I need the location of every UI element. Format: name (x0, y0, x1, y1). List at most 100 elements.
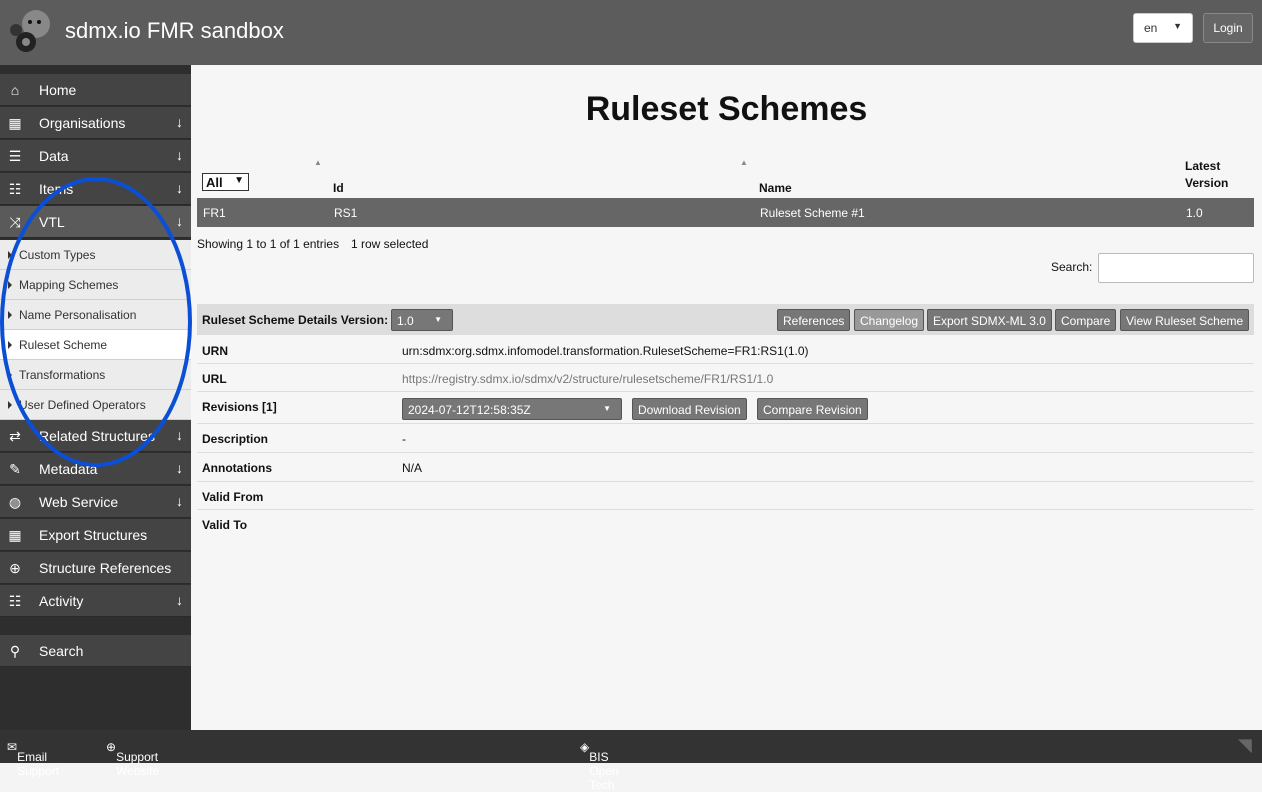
bis-open-tech-link[interactable]: ◈ BIS Open Tech (580, 740, 619, 792)
globe-icon: ◍ (8, 494, 22, 510)
sidebar-subitem[interactable]: Ruleset Scheme (0, 330, 191, 360)
sidebar-subitem[interactable]: User Defined Operators (0, 390, 191, 420)
sidebar-item-label: VTL (39, 214, 65, 230)
details-label: Ruleset Scheme Details Version: (202, 313, 389, 327)
sidebar-item-export-structures[interactable]: ▦ Export Structures (0, 519, 191, 551)
language-select[interactable]: en ▼ (1133, 13, 1193, 43)
login-button[interactable]: Login (1203, 13, 1253, 43)
header: sdmx.io FMR sandbox en ▼ Login (0, 0, 1262, 65)
valid-to-label: Valid To (202, 518, 248, 532)
annotations-value: N/A (402, 461, 423, 475)
search-input[interactable] (1098, 253, 1254, 283)
changelog-button[interactable]: Changelog (854, 309, 925, 331)
arrow-down-icon: ↓ (176, 592, 183, 608)
version-select[interactable]: 1.0 ▼ (391, 309, 453, 331)
building-icon: ▦ (8, 115, 22, 131)
compare-button[interactable]: Compare (1055, 309, 1117, 331)
selection-info: 1 row selected (351, 237, 429, 251)
arrow-down-icon: ↓ (176, 114, 183, 130)
annotations-label: Annotations (202, 461, 272, 475)
sidebar-item-items[interactable]: ☷ Items ↓ (0, 173, 191, 205)
revision-select[interactable]: 2024-07-12T12:58:35Z ▼ (402, 398, 622, 420)
filter-select[interactable]: All ▼ (202, 173, 249, 191)
shuffle-icon: ⤨ (9, 214, 21, 230)
sidebar: ⌂ Home ▦ Organisations ↓ ☰ Data ↓ ☷ Items ↓ ⤨ VTL ↓ Cu… (0, 65, 191, 730)
url-row: URL https://registry.sdmx.io/sdmx/v2/stru… (197, 364, 1254, 392)
rss-icon[interactable]: ◥ (1238, 735, 1252, 756)
view-ruleset-scheme-button[interactable]: View Ruleset Scheme (1120, 309, 1250, 331)
sidebar-item-metadata[interactable]: ✎ Metadata ↓ (0, 453, 191, 485)
sidebar-item-label: Organisations (39, 115, 126, 131)
urn-value: urn:sdmx:org.sdmx.infomodel.transformati… (402, 344, 809, 358)
sidebar-item-label: Activity (39, 593, 84, 609)
sidebar-subitem[interactable]: Transformations (0, 360, 191, 390)
revisions-label: Revisions [1] (202, 400, 277, 414)
cell-agency: FR1 (203, 206, 226, 220)
search-icon: ⚲ (9, 643, 21, 659)
search-label: Search: (1051, 260, 1093, 274)
urn-row: URN urn:sdmx:org.sdmx.infomodel.transform… (197, 336, 1254, 364)
details-bar: Ruleset Scheme Details Version: 1.0 ▼ Ref… (197, 304, 1254, 335)
sidebar-search[interactable]: ⚲ Search (0, 635, 191, 667)
valid-from-label: Valid From (202, 490, 264, 504)
url-link[interactable]: https://registry.sdmx.io/sdmx/v2/structu… (402, 372, 773, 386)
references-button[interactable]: References (777, 309, 851, 331)
sidebar-item-related-structures[interactable]: ⇄ Related Structures ↓ (0, 420, 191, 452)
valid-to-row: Valid To (197, 510, 1254, 538)
logo-icon (10, 10, 50, 52)
export-button[interactable]: Export SDMX-ML 3.0 (927, 309, 1052, 331)
compare-revision-button[interactable]: Compare Revision (757, 398, 868, 420)
list-icon: ☷ (8, 181, 22, 197)
arrow-down-icon: ↓ (176, 180, 183, 196)
column-header-id[interactable]: Id (333, 181, 344, 195)
valid-from-row: Valid From (197, 482, 1254, 510)
footer: ✉ Email Support ⊕ Support Website ◈ BIS … (0, 730, 1262, 792)
sidebar-item-web-service[interactable]: ◍ Web Service ↓ (0, 486, 191, 518)
download-revision-button[interactable]: Download Revision (632, 398, 747, 420)
email-support-link[interactable]: ✉ Email Support (7, 740, 59, 778)
cell-name: Ruleset Scheme #1 (760, 206, 865, 220)
cell-version: 1.0 (1186, 206, 1203, 220)
arrow-down-icon: ↓ (176, 213, 183, 229)
table-row[interactable]: FR1 RS1 Ruleset Scheme #1 1.0 (197, 198, 1254, 227)
page-title: Ruleset Schemes (585, 90, 868, 128)
sidebar-item-label: Structure References (39, 560, 172, 576)
sidebar-item-vtl[interactable]: ⤨ VTL ↓ (0, 206, 191, 238)
app-title: sdmx.io FMR sandbox (65, 18, 284, 43)
sort-icon[interactable]: ▲ (314, 158, 322, 167)
support-website-link[interactable]: ⊕ Support Website (106, 740, 159, 778)
sidebar-item-label: Metadata (39, 461, 98, 477)
sort-icon[interactable]: ▲ (740, 158, 748, 167)
sidebar-subitem[interactable]: Custom Types (0, 240, 191, 270)
home-icon: ⌂ (10, 82, 20, 98)
urn-label: URN (202, 344, 228, 358)
arrow-down-icon: ↓ (176, 493, 183, 509)
crosshair-icon: ⊕ (9, 560, 21, 576)
sidebar-item-label: Web Service (39, 494, 119, 510)
sidebar-item-structure-references[interactable]: ⊕ Structure References (0, 552, 191, 584)
sidebar-item-home[interactable]: ⌂ Home (0, 74, 191, 106)
main-content: Ruleset Schemes All ▼ ▲ ▲ Id Name Latest … (191, 65, 1262, 730)
chart-icon: ☰ (8, 148, 22, 164)
column-header-version[interactable]: Latest Version (1185, 158, 1235, 192)
exchange-icon: ⇄ (9, 428, 21, 444)
sidebar-subitem[interactable]: Name Personalisation (0, 300, 191, 330)
list-icon: ☷ (8, 593, 22, 609)
sidebar-item-activity[interactable]: ☷ Activity ↓ (0, 585, 191, 617)
column-header-name[interactable]: Name (759, 181, 792, 195)
arrow-down-icon: ↓ (176, 147, 183, 163)
sidebar-item-label: Export Structures (39, 527, 148, 543)
caret-down-icon: ▼ (434, 315, 442, 324)
sidebar-item-label: Related Structures (39, 428, 155, 444)
caret-down-icon: ▼ (1173, 21, 1182, 31)
annotations-row: Annotations N/A (197, 453, 1254, 482)
sidebar-item-organisations[interactable]: ▦ Organisations ↓ (0, 107, 191, 139)
sidebar-item-data[interactable]: ☰ Data ↓ (0, 140, 191, 172)
sidebar-item-label: Data (39, 148, 69, 164)
description-label: Description (202, 432, 269, 446)
sidebar-item-label: Home (39, 82, 77, 98)
table-icon: ▦ (8, 527, 22, 543)
description-value: - (402, 432, 406, 446)
pencil-icon: ✎ (9, 461, 21, 477)
sidebar-subitem[interactable]: Mapping Schemes (0, 270, 191, 300)
